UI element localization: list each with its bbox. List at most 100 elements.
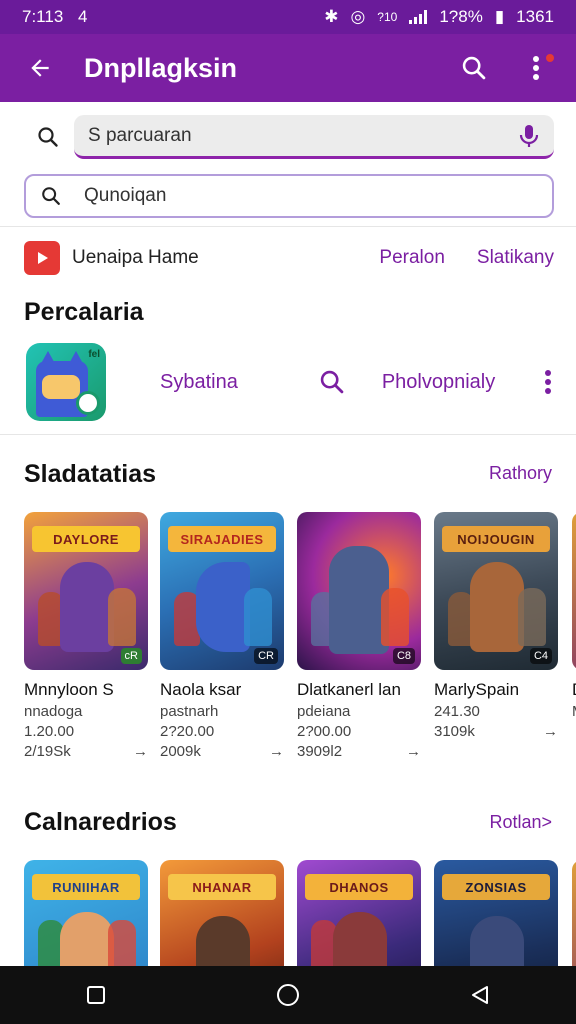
search-icon [320,370,344,394]
recents-button[interactable] [66,970,126,1020]
network-label: ?10 [377,10,398,24]
section-see-more-link[interactable]: Rotlan> [489,812,552,833]
thumbnail-title-art: ZONSIAS [442,874,550,900]
section-title: Sladatatias [24,460,157,488]
divider [0,226,576,227]
game-card[interactable] [572,860,576,966]
game-thumbnail: DHANOS [297,860,421,966]
game-card[interactable]: DHANOS [297,860,421,966]
secondary-search-input[interactable]: Qunoiqan [24,174,554,218]
game-thumbnail: NHANAR [160,860,284,966]
app-link-1[interactable]: Sybatina [160,371,238,394]
arrow-right-icon[interactable]: → [543,723,558,740]
primary-search-bar: S parcuaran [22,114,554,160]
game-card[interactable]: D M [572,512,576,720]
channel-name: Uenaipa Hame [72,247,199,268]
game-count: 2/19Sk [24,743,71,760]
game-subtitle: pastnarh [160,703,219,720]
channel-link-2[interactable]: Slatikany [477,247,554,269]
app-link-2[interactable]: Pholvopnialy [382,371,544,394]
game-thumbnail [572,860,576,966]
overflow-menu-button[interactable] [514,46,558,90]
game-card[interactable]: NOIJOUGIN C4 MarlySpain 241.30 3109k → [434,512,558,740]
game-carousel[interactable]: DAYLORE cR Mnnyloon S nnadoga 1.20.00 2/… [24,512,576,772]
game-price: 241.30 [434,703,480,720]
sync-icon: ◎ [350,7,366,26]
thumbnail-title-art: RUNIIHAR [32,874,140,900]
game-thumbnail: NOIJOUGIN C4 [434,512,558,670]
page-title: Dnpllagksin [84,52,238,83]
game-price: 2?20.00 [160,723,215,740]
thumbnail-title-art: DHANOS [305,874,413,900]
game-thumbnail: SIRAJADIES CR [160,512,284,670]
section-title: Calnaredrios [24,808,177,836]
primary-search-icon-button[interactable] [22,125,74,149]
app-search-button[interactable] [318,368,346,396]
rating-badge: C4 [529,648,552,664]
game-thumbnail: DAYLORE cR [24,512,148,670]
rating-badge: C8 [392,648,415,664]
status-clock: 1361 [516,7,554,26]
game-subtitle: pdeiana [297,703,351,720]
thumbnail-title-art: NOIJOUGIN [442,526,550,552]
game-thumbnail [572,512,576,670]
primary-search-value: S parcuaran [88,124,192,146]
game-card[interactable]: DAYLORE cR Mnnyloon S nnadoga 1.20.00 2/… [24,512,148,760]
game-count: 3909l2 [297,743,343,760]
system-navigation-bar [0,966,576,1024]
thumbnail-title-art: SIRAJADIES [168,526,276,552]
more-vert-icon [533,56,539,80]
status-right: ✱ ◎ ?10 1?8% ▮ 1361 [324,7,554,27]
game-card[interactable]: RUNIIHAR [24,860,148,966]
triangle-back-icon [472,986,488,1004]
notification-dot [544,52,556,64]
game-thumbnail: C8 [297,512,421,670]
primary-search-input[interactable]: S parcuaran [74,115,554,159]
search-icon [462,56,486,80]
thumbnail-title-art: DAYLORE [32,526,140,552]
microphone-icon[interactable] [518,123,540,149]
arrow-right-icon[interactable]: → [269,743,284,760]
arrow-right-icon[interactable]: → [133,743,148,760]
back-button[interactable] [18,46,62,90]
game-subtitle: nnadoga [24,703,83,720]
channel-link-1[interactable]: Peralon [379,247,445,269]
game-thumbnail: RUNIIHAR [24,860,148,966]
game-count: 3109k [434,723,475,740]
status-time: 7:113 [22,7,64,26]
game-price: 2?00.00 [297,723,352,740]
appbar-search-button[interactable] [452,46,496,90]
secondary-search-value: Qunoiqan [84,185,167,206]
square-icon [87,986,105,1004]
game-title: MarlySpain [434,680,520,699]
youtube-logo-icon [24,241,60,275]
circle-icon [277,984,299,1006]
app-icon[interactable]: fel [26,343,106,421]
rating-badge: CR [254,648,278,664]
app-bar: Dnpllagksin [0,34,576,102]
game-card[interactable]: SIRAJADIES CR Naola ksar pastnarh 2?20.0… [160,512,284,760]
game-title: Dlatkanerl lan [297,680,401,699]
status-bar: 7:113 4 ✱ ◎ ?10 1?8% ▮ 1361 [0,0,576,34]
search-icon [38,127,58,147]
more-vert-icon[interactable] [544,369,552,395]
game-carousel[interactable]: RUNIIHAR NHANAR DHANOS ZONSIAS [24,860,576,966]
battery-icon: ▮ [494,7,505,26]
arrow-left-icon [31,59,49,77]
status-extra: 4 [78,7,88,26]
game-card[interactable]: NHANAR [160,860,284,966]
bluetooth-icon: ✱ [324,7,339,26]
arrow-right-icon[interactable]: → [406,743,421,760]
game-card[interactable]: ZONSIAS [434,860,558,966]
signal-icon [409,10,428,24]
channel-row: Uenaipa Hame Peralon Slatikany [24,238,554,278]
rating-badge: cR [120,648,142,664]
game-title: Naola ksar [160,680,242,699]
game-thumbnail: ZONSIAS [434,860,558,966]
search-icon [42,187,60,205]
home-button[interactable] [258,970,318,1020]
section-see-more-link[interactable]: Rathory [489,463,552,484]
back-nav-button[interactable] [450,970,510,1020]
game-title: D [572,680,576,700]
game-card[interactable]: C8 Dlatkanerl lan pdeiana 2?00.00 3909l2… [297,512,421,760]
